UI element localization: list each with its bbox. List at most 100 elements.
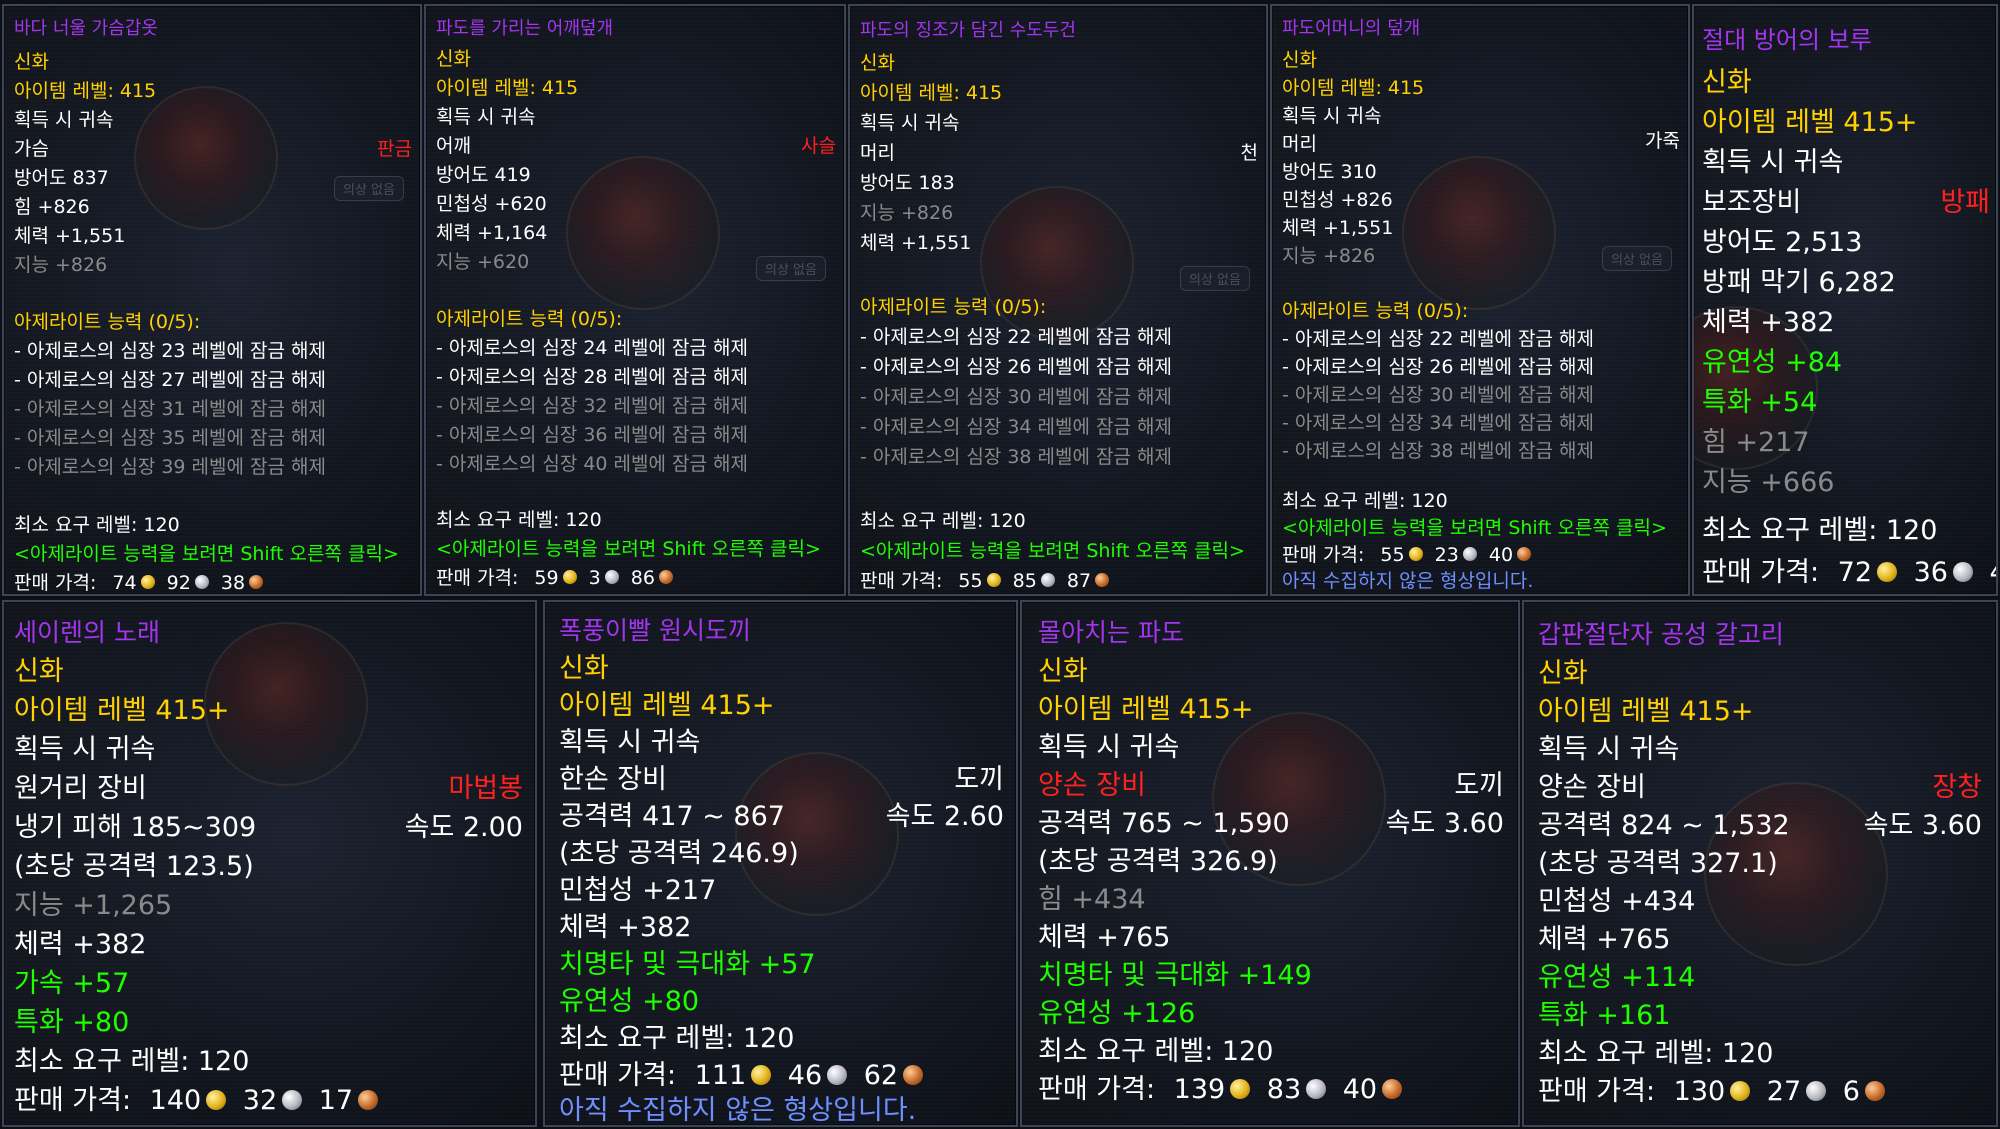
character-portrait: [134, 86, 278, 230]
no-transmog-button: 의상 없음: [756, 256, 826, 281]
copper-amount: 48: [1990, 557, 1996, 588]
item-tooltip-helm-cloth: 의상 없음 파도의 징조가 담긴 수도두건 신화 아이템 레벨: 415 획득 …: [848, 4, 1268, 596]
azerite-header: 아제라이트 능력 (0/5):: [860, 296, 1047, 318]
azerite-header: 아제라이트 능력 (0/5):: [1282, 300, 1469, 322]
stat-line: 체력 +382: [559, 912, 692, 943]
item-level: 아이템 레벨: 415: [436, 77, 579, 99]
weapon-speed: 속도 3.60: [1863, 810, 1982, 841]
sell-price: 판매 가격: 74 92 38: [14, 574, 269, 593]
azerite-line: - 아제로스의 심장 28 레벨에 잠금 해제: [436, 366, 748, 388]
item-slot: 머리: [860, 142, 895, 164]
stat-line: 지능 +826: [860, 202, 954, 224]
stat-line: 민첩성 +620: [436, 193, 547, 215]
stat-line: 민첩성 +217: [559, 875, 717, 906]
item-tooltip-wand: 세이렌의 노래 신화 아이템 레벨 415+ 획득 시 귀속 원거리 장비 마법…: [2, 600, 537, 1127]
gold-coin-icon: [986, 572, 1001, 587]
stat-line: 체력 +1,164: [436, 222, 548, 244]
weapon-damage: 공격력 765 ~ 1,590: [1038, 808, 1290, 839]
item-quality: 신화: [1282, 49, 1317, 71]
item-slot: 원거리 장비: [14, 773, 147, 804]
item-level: 아이템 레벨 415+: [1702, 107, 1918, 138]
gold-amount: 74: [112, 572, 137, 594]
gold-amount: 139: [1173, 1074, 1226, 1105]
azerite-line: - 아제로스의 심장 34 레벨에 잠금 해제: [860, 416, 1172, 438]
armor-type: 가죽: [1645, 130, 1680, 152]
required-level: 최소 요구 레벨: 120: [14, 1046, 250, 1077]
gold-amount: 111: [694, 1060, 747, 1091]
stat-line: 치명타 및 극대화 +149: [1038, 960, 1312, 991]
silver-coin-icon: [1806, 1080, 1827, 1101]
item-name: 절대 방어의 보루: [1702, 26, 1872, 54]
gold-amount: 130: [1673, 1076, 1726, 1107]
sell-price: 판매 가격: 59 3 86: [436, 569, 679, 588]
copper-amount: 86: [630, 567, 655, 589]
armor-value: 방어도 419: [436, 164, 531, 186]
item-level: 아이템 레벨 415+: [559, 690, 775, 721]
item-quality: 신화: [559, 653, 609, 684]
item-tooltip-shield: 절대 방어의 보루 신화 아이템 레벨 415+ 획득 시 귀속 보조장비 방패…: [1692, 4, 1998, 596]
stat-line: 체력 +765: [1038, 922, 1171, 953]
item-quality: 신화: [1038, 656, 1088, 687]
silver-amount: 46: [787, 1060, 823, 1091]
item-name: 파도를 가리는 어깨덮개: [436, 18, 614, 39]
required-level: 최소 요구 레벨: 120: [860, 510, 1026, 532]
weapon-speed: 속도 2.00: [404, 812, 523, 843]
required-level: 최소 요구 레벨: 120: [1282, 490, 1448, 512]
copper-coin-icon: [658, 569, 673, 584]
stat-line: 지능 +826: [14, 254, 108, 276]
weapon-speed: 속도 3.60: [1385, 808, 1504, 839]
silver-amount: 23: [1434, 544, 1459, 566]
weapon-type: 마법봉: [448, 773, 523, 804]
stat-line: 체력 +765: [1538, 924, 1671, 955]
azerite-line: - 아제로스의 심장 22 레벨에 잠금 해제: [860, 326, 1172, 348]
item-name: 세이렌의 노래: [14, 618, 160, 647]
character-portrait: [735, 752, 899, 916]
weapon-type: 장창: [1932, 772, 1982, 803]
sell-label: 판매 가격:: [860, 570, 943, 592]
silver-coin-icon: [1462, 546, 1477, 561]
azerite-line: - 아제로스의 심장 39 레벨에 잠금 해제: [14, 456, 326, 478]
item-level: 아이템 레벨 415+: [14, 695, 230, 726]
azerite-line: - 아제로스의 심장 26 레벨에 잠금 해제: [860, 356, 1172, 378]
shift-hint: <아제라이트 능력을 보려면 Shift 오른쪽 클릭>: [1282, 517, 1667, 539]
item-level: 아이템 레벨: 415: [14, 80, 157, 102]
armor-type: 방패: [1940, 187, 1990, 218]
item-slot: 가슴: [14, 138, 49, 160]
armor-type: 천: [1240, 142, 1258, 164]
copper-amount: 6: [1842, 1076, 1860, 1107]
stat-line: 유연성 +80: [559, 986, 700, 1017]
gold-coin-icon: [206, 1089, 227, 1110]
item-tooltip-two-hand-axe: 몰아치는 파도 신화 아이템 레벨 415+ 획득 시 귀속 양손 장비 도끼 …: [1020, 600, 1520, 1127]
azerite-header: 아제라이트 능력 (0/5):: [436, 308, 623, 330]
weapon-dps: (초당 공격력 326.9): [1038, 846, 1278, 877]
azerite-line: - 아제로스의 심장 24 레벨에 잠금 해제: [436, 337, 748, 359]
gold-amount: 55: [1380, 544, 1405, 566]
azerite-line: - 아제로스의 심장 22 레벨에 잠금 해제: [1282, 328, 1594, 350]
bind-type: 획득 시 귀속: [1538, 734, 1680, 765]
uncollected-appearance: 아직 수집하지 않은 형상입니다.: [559, 1095, 917, 1126]
sell-label: 판매 가격:: [1538, 1076, 1656, 1107]
required-level: 최소 요구 레벨: 120: [14, 514, 180, 536]
weapon-type: 도끼: [954, 764, 1004, 795]
copper-coin-icon: [249, 574, 264, 589]
stat-line: 특화 +54: [1702, 387, 1818, 418]
azerite-line: - 아제로스의 심장 26 레벨에 잠금 해제: [1282, 356, 1594, 378]
weapon-type: 도끼: [1454, 770, 1504, 801]
silver-amount: 85: [1012, 570, 1037, 592]
silver-coin-icon: [1040, 572, 1055, 587]
stat-line: 치명타 및 극대화 +57: [559, 949, 816, 980]
silver-amount: 32: [242, 1085, 278, 1116]
item-tooltip-shoulder: 의상 없음 파도를 가리는 어깨덮개 신화 아이템 레벨: 415 획득 시 귀…: [424, 4, 846, 596]
no-transmog-button: 의상 없음: [1180, 266, 1250, 291]
stat-line: 지능 +1,265: [14, 890, 173, 921]
gold-coin-icon: [140, 574, 155, 589]
copper-coin-icon: [903, 1064, 924, 1085]
item-slot: 양손 장비: [1538, 772, 1646, 803]
item-slot: 머리: [1282, 133, 1317, 155]
azerite-line: - 아제로스의 심장 38 레벨에 잠금 해제: [1282, 440, 1594, 462]
item-tooltip-chest: 의상 없음 바다 너울 가슴갑옷 신화 아이템 레벨: 415 획득 시 귀속 …: [2, 4, 422, 596]
weapon-dps: (초당 공격력 123.5): [14, 851, 254, 882]
silver-amount: 36: [1913, 557, 1948, 588]
copper-amount: 38: [220, 572, 246, 594]
stat-line: 체력 +1,551: [14, 225, 126, 247]
